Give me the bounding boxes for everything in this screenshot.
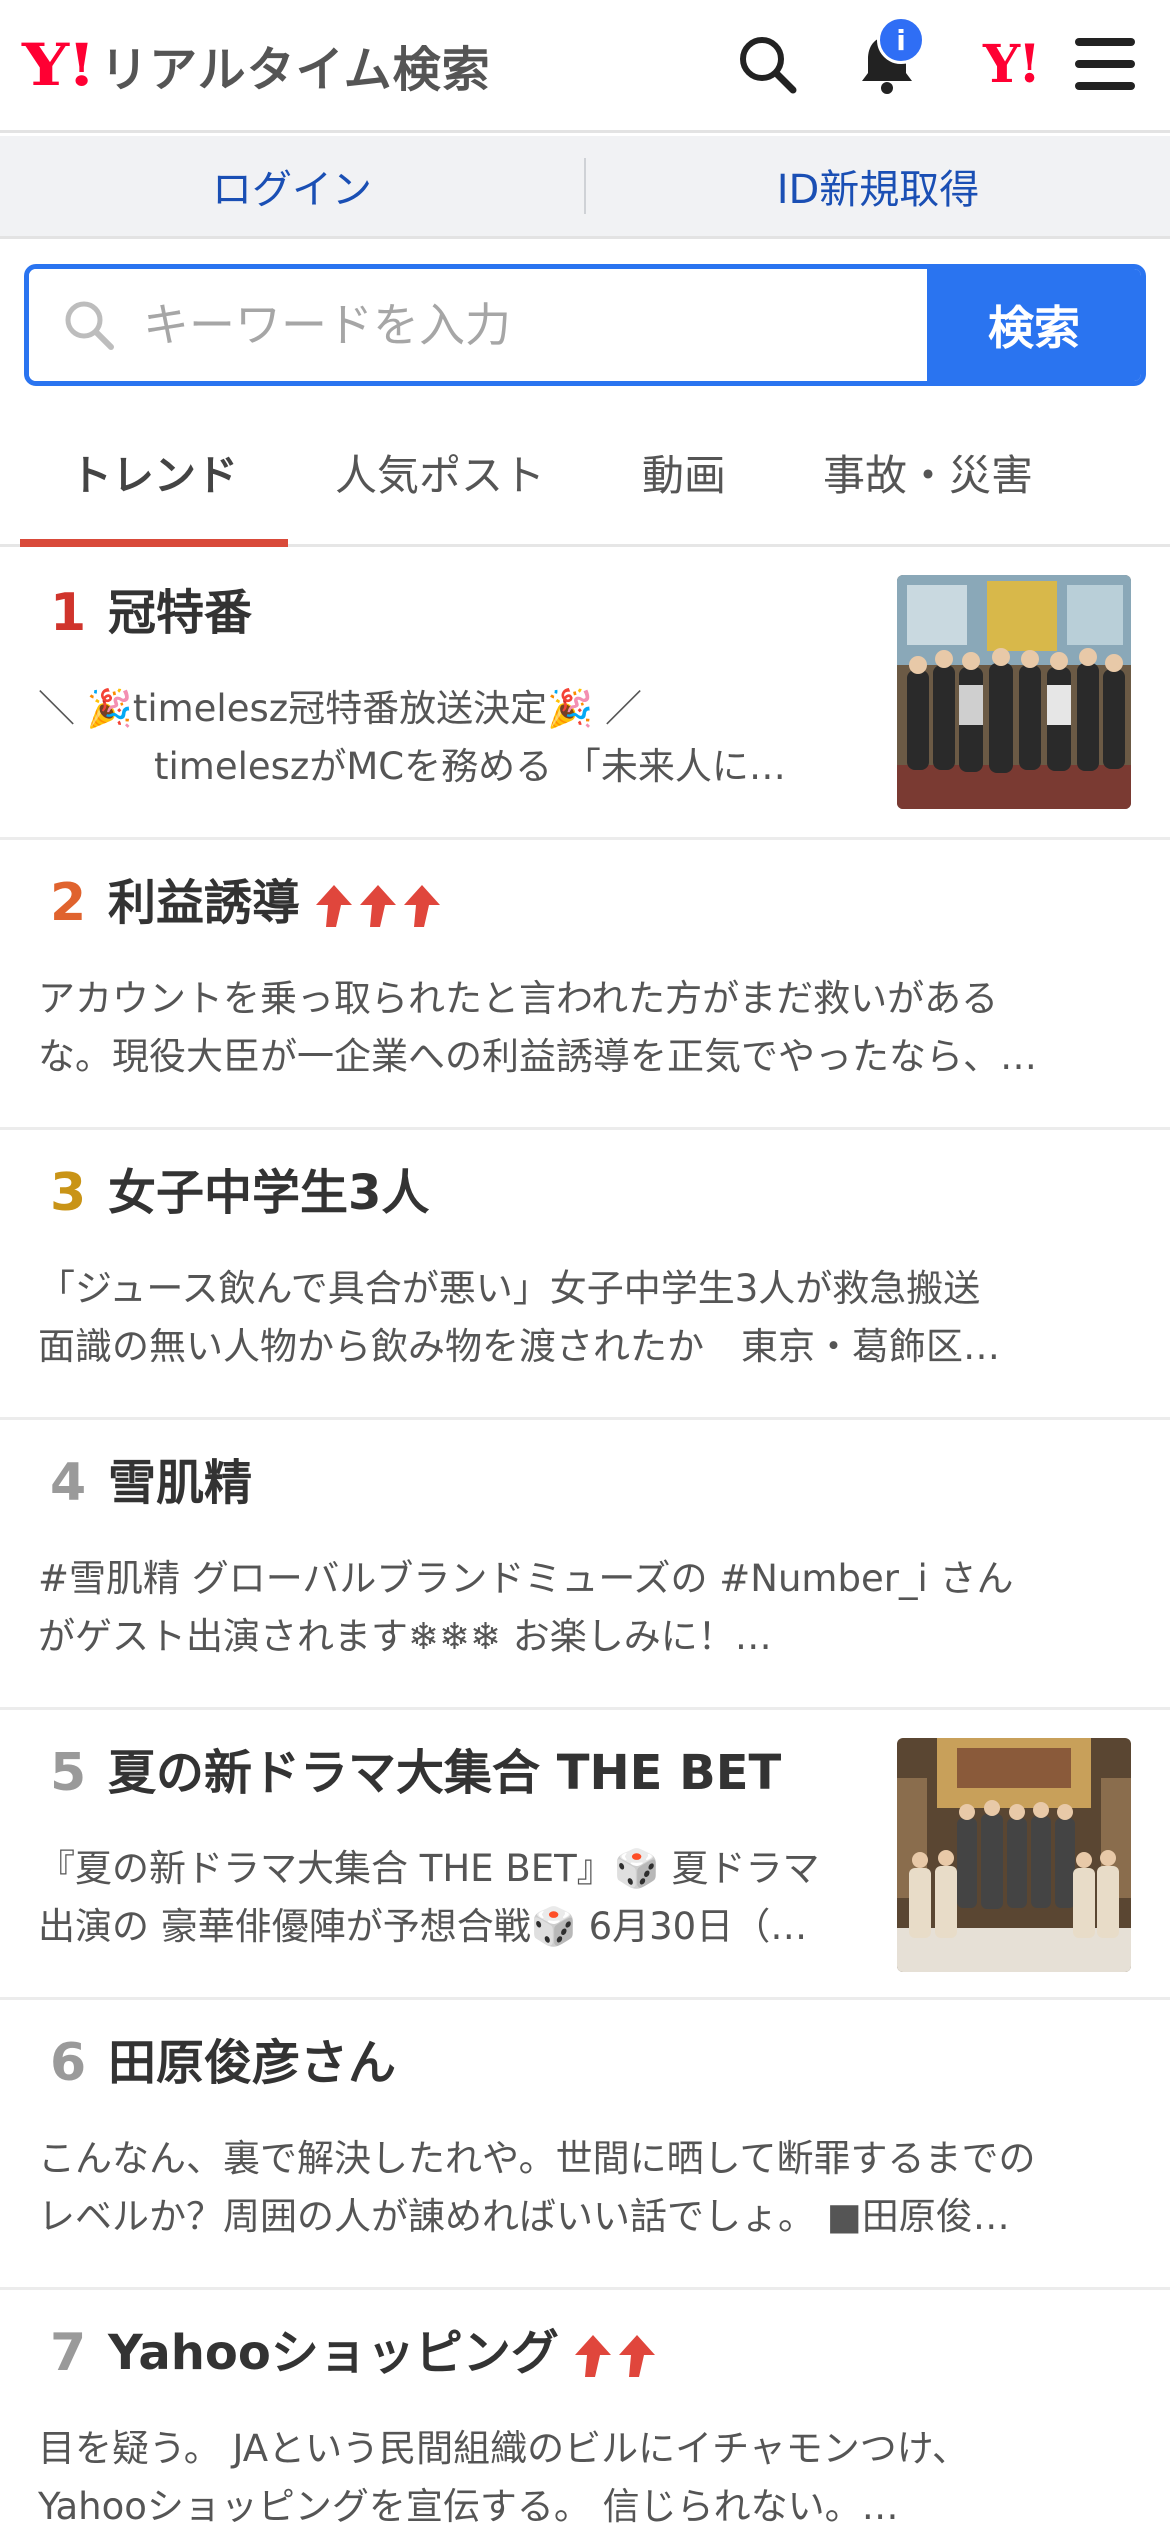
- yahoo-logo-mark: Y!: [22, 30, 96, 100]
- desc-line-2: 面識の無い人物から飲み物を渡されたか 東京・葛飾区…: [38, 1325, 1000, 1368]
- rising-arrows: [314, 883, 442, 929]
- trend-description: こんなん、裏で解決したれや。世間に晒して断罪するまでの レベルか？周囲の人が諌め…: [38, 2130, 1148, 2246]
- rising-arrow-icon: [404, 885, 441, 927]
- notification-button[interactable]: i: [851, 16, 925, 100]
- trend-description: ＼ 🎉timelesz冠特番放送決定🎉 ／ timeleszがMCを務める 「未…: [38, 680, 878, 796]
- trend-item-3[interactable]: 3 女子中学生3人 「ジュース飲んで具合が悪い」女子中学生3人が救急搬送 面識の…: [0, 1130, 1170, 1420]
- trend-title[interactable]: 田原俊彦さん: [108, 2039, 396, 2087]
- rank-number: 5: [50, 1743, 87, 1803]
- rank-number: 1: [50, 583, 87, 643]
- rising-arrows: [573, 2333, 657, 2379]
- search-field[interactable]: [29, 269, 927, 381]
- desc-line-2: な。現役大臣が一企業への利益誘導を正気でやったなら、…: [38, 1035, 1037, 1078]
- trend-thumbnail[interactable]: [897, 1738, 1131, 1972]
- tab-trend[interactable]: トレンド: [20, 400, 288, 547]
- trend-item-4[interactable]: 4 雪肌精 #雪肌精 グローバルブランドミューズの #Number_i さん が…: [0, 1420, 1170, 1710]
- search-bar: 検索: [24, 264, 1146, 386]
- trend-title[interactable]: Yahooショッピング: [108, 2329, 657, 2379]
- rank-number: 7: [50, 2323, 87, 2383]
- trend-description: #雪肌精 グローバルブランドミューズの #Number_i さん がゲスト出演さ…: [38, 1550, 1148, 1666]
- search-field-icon: [65, 301, 114, 350]
- tab-videos[interactable]: 動画: [600, 400, 768, 544]
- yahoo-realtime-logo[interactable]: Y! リアルタイム検索: [22, 30, 491, 100]
- trend-item-6[interactable]: 6 田原俊彦さん こんなん、裏で解決したれや。世間に晒して断罪するまでの レベル…: [0, 2000, 1170, 2290]
- desc-line-2: レベルか？周囲の人が諌めればいい話でしょ。 ■田原俊…: [38, 2195, 1010, 2238]
- trend-thumbnail[interactable]: [897, 575, 1131, 809]
- tab-popular-posts[interactable]: 人気ポスト: [312, 400, 568, 544]
- trend-title[interactable]: 夏の新ドラマ大集合 THE BET: [108, 1749, 781, 1797]
- tab-bar: トレンド 人気ポスト 動画 事故・災害: [0, 400, 1170, 547]
- desc-line-1: アカウントを乗っ取られたと言われた方がまだ救いがある: [38, 977, 999, 1020]
- desc-line-1: ＼ 🎉timelesz冠特番放送決定🎉 ／: [38, 687, 642, 730]
- desc-line-2: timeleszがMCを務める 「未来人に…: [154, 745, 786, 788]
- desc-line-2: がゲスト出演されます❄❄❄ お楽しみに！…: [38, 1615, 772, 1658]
- trend-title[interactable]: 冠特番: [108, 589, 252, 637]
- trend-title[interactable]: 利益誘導: [108, 879, 442, 929]
- search-button[interactable]: 検索: [927, 269, 1141, 381]
- desc-line-1: #雪肌精 グローバルブランドミューズの #Number_i さん: [38, 1557, 1014, 1600]
- trend-title-text: Yahooショッピング: [108, 2325, 559, 2381]
- trend-description: 「ジュース飲んで具合が悪い」女子中学生3人が救急搬送 面識の無い人物から飲み物を…: [38, 1260, 1148, 1376]
- login-link[interactable]: ログイン: [0, 157, 584, 215]
- trend-description: アカウントを乗っ取られたと言われた方がまだ救いがある な。現役大臣が一企業への利…: [38, 970, 1148, 1086]
- trend-item-2[interactable]: 2 利益誘導 アカウントを乗っ取られたと言われた方がまだ救いがある な。現役大臣…: [0, 840, 1170, 1130]
- rank-number: 3: [50, 1163, 87, 1223]
- search-input[interactable]: [143, 298, 927, 352]
- yahoo-small-logo: Y!: [983, 33, 1041, 95]
- trend-title-text: 利益誘導: [108, 875, 301, 931]
- desc-line-1: 「ジュース飲んで具合が悪い」女子中学生3人が救急搬送: [38, 1267, 981, 1310]
- menu-icon[interactable]: [1069, 28, 1141, 100]
- trend-title[interactable]: 雪肌精: [108, 1459, 252, 1507]
- desc-line-2: 出演の 豪華俳優陣が予想合戦🎲 6月30日（…: [38, 1905, 808, 1948]
- tab-accidents-disasters[interactable]: 事故・災害: [800, 400, 1056, 544]
- rising-arrow-icon: [618, 2335, 655, 2377]
- trend-description: 目を疑う。 JAという民間組織のビルにイチャモンつけ、 Yahooショッピングを…: [38, 2420, 1148, 2532]
- rising-arrow-icon: [574, 2335, 611, 2377]
- notification-badge: i: [877, 16, 925, 64]
- auth-bar: ログイン ID新規取得: [0, 136, 1170, 239]
- rank-number: 4: [50, 1453, 87, 1513]
- yahoo-home-link[interactable]: Y!: [966, 28, 1056, 100]
- logo-text: リアルタイム検索: [100, 42, 491, 98]
- trend-item-7[interactable]: 7 Yahooショッピング 目を疑う。 JAという民間組織のビルにイチャモンつけ…: [0, 2290, 1170, 2532]
- register-link[interactable]: ID新規取得: [586, 157, 1170, 215]
- trend-title[interactable]: 女子中学生3人: [108, 1169, 429, 1217]
- rank-number: 2: [50, 873, 87, 933]
- trend-item-1[interactable]: 1 冠特番 ＼ 🎉timelesz冠特番放送決定🎉 ／ timeleszがMCを…: [0, 550, 1170, 840]
- desc-line-2: Yahooショッピングを宣伝する。 信じられない。…: [38, 2485, 899, 2528]
- trend-description: 『夏の新ドラマ大集合 THE BET』🎲 夏ドラマ 出演の 豪華俳優陣が予想合戦…: [38, 1840, 878, 1956]
- rising-arrow-icon: [360, 885, 397, 927]
- desc-line-1: 『夏の新ドラマ大集合 THE BET』🎲 夏ドラマ: [38, 1847, 820, 1890]
- desc-line-1: 目を疑う。 JAという民間組織のビルにイチャモンつけ、: [38, 2427, 969, 2470]
- desc-line-1: こんなん、裏で解決したれや。世間に晒して断罪するまでの: [38, 2137, 1036, 2180]
- trend-item-5[interactable]: 5 夏の新ドラマ大集合 THE BET 『夏の新ドラマ大集合 THE BET』🎲…: [0, 1710, 1170, 2000]
- app-header: Y! リアルタイム検索 i Y!: [0, 0, 1170, 133]
- rising-arrow-icon: [316, 885, 353, 927]
- rank-number: 6: [50, 2033, 87, 2093]
- search-icon[interactable]: [731, 28, 803, 100]
